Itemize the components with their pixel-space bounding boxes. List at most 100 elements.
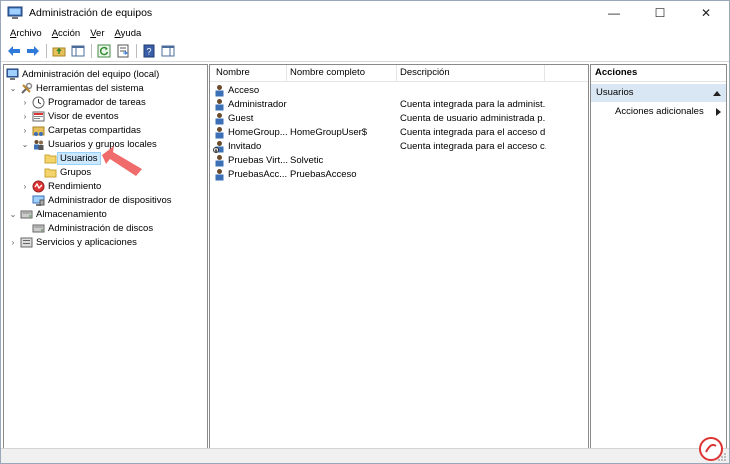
table-row[interactable]: Acceso	[210, 84, 588, 98]
console-tree: Administración del equipo (local) ⌄ Herr…	[3, 64, 208, 449]
menu-ver[interactable]: Ver	[85, 28, 109, 39]
cell-name: Administrador	[228, 99, 287, 110]
column-divider[interactable]	[286, 65, 287, 81]
tree-item-system-tools[interactable]: ⌄ Herramientas del sistema	[8, 81, 144, 95]
actions-section-usuarios[interactable]: Usuarios	[591, 84, 726, 102]
status-bar	[1, 448, 729, 463]
table-row[interactable]: Pruebas Virt... Solvetic	[210, 154, 588, 168]
cell-description: Cuenta integrada para el acceso d...	[400, 127, 546, 138]
chevron-down-icon[interactable]: ⌄	[20, 139, 30, 149]
title-bar[interactable]: Administración de equipos — ☐ ✕	[1, 1, 729, 25]
folder-icon	[44, 152, 57, 165]
close-button[interactable]: ✕	[683, 1, 729, 25]
actions-pane: Acciones Usuarios Acciones adicionales	[590, 64, 727, 449]
maximize-button[interactable]: ☐	[637, 1, 683, 25]
minimize-button[interactable]: —	[591, 1, 637, 25]
computer-management-window: Administración de equipos — ☐ ✕ Archivo …	[0, 0, 730, 464]
menu-bar: Archivo Acción Ver Ayuda	[1, 25, 729, 41]
chevron-right-icon[interactable]: ›	[20, 111, 30, 121]
user-icon	[215, 113, 224, 125]
cell-description: Cuenta integrada para la administ...	[400, 99, 546, 110]
export-list-icon	[117, 44, 129, 58]
user-icon	[215, 169, 224, 181]
toolbar-separator	[136, 44, 137, 58]
back-button[interactable]	[5, 42, 23, 60]
user-icon	[215, 85, 224, 97]
collapse-up-icon[interactable]	[713, 90, 721, 96]
action-more-actions[interactable]: Acciones adicionales	[591, 104, 726, 120]
column-header-description[interactable]: Descripción	[400, 67, 450, 78]
table-row[interactable]: PruebasAcc... PruebasAcceso	[210, 168, 588, 182]
cell-description: Cuenta de usuario administrada p...	[400, 113, 546, 124]
tree-item-users-label: Usuarios	[57, 151, 101, 165]
actions-header: Acciones	[591, 65, 726, 82]
tree-item-users[interactable]: Usuarios	[44, 151, 101, 165]
cell-name: HomeGroup...	[228, 127, 288, 138]
refresh-button[interactable]	[95, 42, 113, 60]
forward-button[interactable]	[24, 42, 42, 60]
show-hide-action-pane-button[interactable]	[159, 42, 177, 60]
tools-icon	[20, 82, 33, 95]
action-pane-icon	[161, 45, 175, 57]
chevron-right-icon[interactable]: ›	[20, 97, 30, 107]
column-divider[interactable]	[544, 65, 545, 81]
menu-archivo[interactable]: Archivo	[5, 28, 47, 39]
computer-management-icon	[7, 6, 23, 19]
tree-item-task-scheduler[interactable]: › Programador de tareas	[20, 95, 146, 109]
tree-item-shared-folders[interactable]: › Carpetas compartidas	[20, 123, 141, 137]
console-tree-icon	[71, 45, 85, 57]
tree-item-groups[interactable]: Grupos	[44, 165, 91, 179]
users-group-icon	[32, 138, 45, 151]
show-hide-tree-button[interactable]	[69, 42, 87, 60]
tree-item-disk-management[interactable]: Administración de discos	[32, 221, 153, 235]
tree-item-services-apps[interactable]: › Servicios y aplicaciones	[8, 235, 137, 249]
tree-item-root[interactable]: Administración del equipo (local)	[6, 67, 159, 81]
cell-description: Cuenta integrada para el acceso c...	[400, 141, 546, 152]
help-button[interactable]: ?	[140, 42, 158, 60]
up-level-button[interactable]	[50, 42, 68, 60]
menu-ayuda[interactable]: Ayuda	[109, 28, 146, 39]
event-viewer-icon	[32, 110, 45, 123]
tree-item-device-manager[interactable]: Administrador de dispositivos	[32, 193, 172, 207]
table-row[interactable]: Guest Cuenta de usuario administrada p..…	[210, 112, 588, 126]
services-icon	[20, 236, 33, 249]
chevron-down-icon[interactable]: ⌄	[8, 209, 18, 219]
window-title: Administración de equipos	[29, 7, 153, 19]
folder-up-icon	[52, 47, 66, 57]
tree-item-storage[interactable]: ⌄ Almacenamiento	[8, 207, 107, 221]
table-row[interactable]: HomeGroup... HomeGroupUser$ Cuenta integ…	[210, 126, 588, 140]
export-list-button[interactable]	[114, 42, 132, 60]
chevron-right-icon[interactable]: ›	[8, 237, 18, 247]
user-icon	[215, 155, 224, 167]
clock-icon	[32, 96, 45, 109]
chevron-right-icon[interactable]: ›	[20, 125, 30, 135]
table-row[interactable]: Invitado Cuenta integrada para el acceso…	[210, 140, 588, 154]
cell-name: Invitado	[228, 141, 262, 152]
toolbar-separator	[91, 44, 92, 58]
cell-full-name: Solvetic	[290, 155, 324, 166]
user-disabled-icon	[213, 141, 224, 153]
submenu-arrow-icon	[716, 108, 721, 116]
user-icon	[215, 99, 224, 111]
table-row[interactable]: Administrador Cuenta integrada para la a…	[210, 98, 588, 112]
column-divider[interactable]	[396, 65, 397, 81]
cell-full-name: PruebasAcceso	[290, 169, 357, 180]
tree-item-event-viewer[interactable]: › Visor de eventos	[20, 109, 119, 123]
cell-name: Guest	[228, 113, 254, 124]
device-manager-icon	[32, 194, 45, 207]
column-header-name[interactable]: Nombre	[216, 67, 250, 78]
column-header-full-name[interactable]: Nombre completo	[290, 67, 365, 78]
toolbar-separator	[46, 44, 47, 58]
svg-text:?: ?	[146, 47, 151, 57]
tree-item-performance[interactable]: › Rendimiento	[20, 179, 101, 193]
chevron-right-icon[interactable]: ›	[20, 181, 30, 191]
forward-arrow-icon	[27, 46, 39, 56]
cell-name: PruebasAcc...	[228, 169, 288, 180]
performance-icon	[32, 180, 45, 193]
solvetic-logo-icon	[699, 437, 723, 461]
menu-accion[interactable]: Acción	[47, 28, 86, 39]
cell-name: Pruebas Virt...	[228, 155, 288, 166]
chevron-down-icon[interactable]: ⌄	[8, 83, 18, 93]
toolbar: ?	[1, 41, 729, 62]
list-header: Nombre Nombre completo Descripción	[210, 65, 588, 82]
